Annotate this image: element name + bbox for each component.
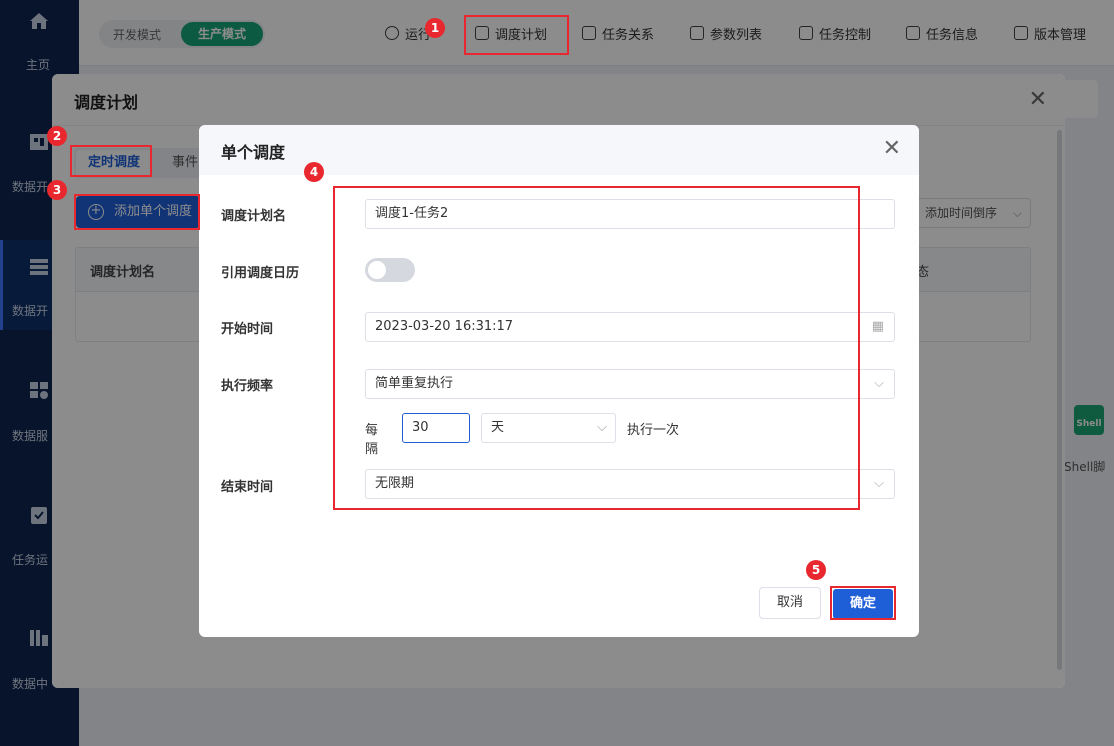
chevron-down-icon: ⌵ [874,376,884,391]
start-time-label: 开始时间 [221,322,274,337]
calendar-icon: ▦ [871,319,884,334]
chevron-down-icon: ⌵ [874,476,884,491]
frequency-label: 执行频率 [221,379,274,394]
end-time-label: 结束时间 [221,480,274,495]
annotation-box-1 [464,15,569,55]
cancel-button[interactable]: 取消 [759,587,821,619]
annotation-badge-1: 1 [425,18,445,38]
annotation-badge-2: 2 [47,126,67,146]
annotation-box-4 [333,186,860,510]
annotation-box-5 [830,586,896,620]
annotation-badge-5: 5 [806,560,826,580]
annotation-badge-3: 3 [47,180,67,200]
plan-name-label: 调度计划名 [221,209,287,224]
annotation-badge-4: 4 [304,162,324,182]
use-calendar-label: 引用调度日历 [221,266,300,281]
annotation-box-2 [70,145,152,177]
dialog-title: 单个调度 [221,143,286,162]
close-icon[interactable]: ✕ [883,138,901,160]
annotation-box-3 [74,194,200,230]
